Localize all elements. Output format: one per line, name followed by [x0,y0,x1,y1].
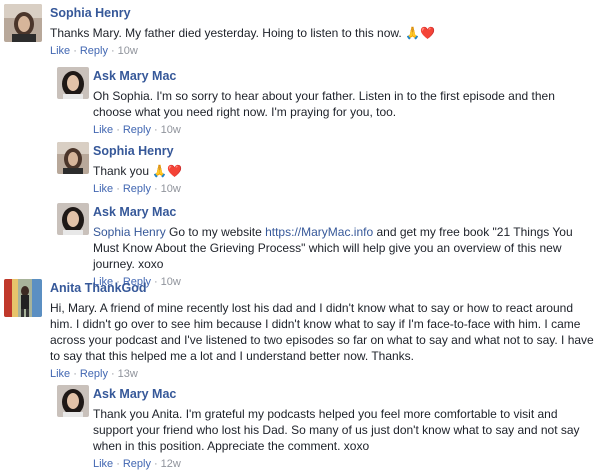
comment-text-content: Thank you [93,164,150,178]
like-link[interactable]: Like [50,45,70,57]
comment-text: Thank you Anita. I'm grateful my podcast… [93,407,580,453]
comment-meta: Like · Reply · 10w [93,182,593,196]
meta-separator: · [116,458,120,470]
timestamp[interactable]: 13w [118,368,138,380]
timestamp[interactable]: 10w [118,45,138,57]
comment-author[interactable]: Ask Mary Mac [93,387,176,402]
comment-marymac-3: Ask Mary Mac Thank you Anita. I'm gratef… [57,385,593,470]
pray-emoji-icon: 🙏 [405,26,421,40]
reply-link[interactable]: Reply [80,368,108,380]
comment-anita: Anita ThankGod Hi, Mary. A friend of min… [4,279,596,381]
comment-author[interactable]: Sophia Henry [93,144,174,159]
avatar-ask-mary-mac[interactable] [57,203,89,235]
reply-link[interactable]: Reply [123,458,151,470]
avatar-ask-mary-mac[interactable] [57,67,89,99]
comment-marymac-2: Ask Mary Mac Sophia Henry Go to my websi… [57,203,593,288]
comment-author[interactable]: Ask Mary Mac [93,69,176,84]
timestamp[interactable]: 10w [161,124,181,136]
comment-text: Thank you 🙏❤️ [93,163,593,179]
reply-link[interactable]: Reply [123,183,151,195]
avatar-ask-mary-mac[interactable] [57,385,89,417]
meta-separator: · [153,124,158,136]
like-link[interactable]: Like [50,368,70,380]
like-link[interactable]: Like [93,458,113,470]
comment-sophia-1: Sophia Henry Thanks Mary. My father died… [4,4,596,58]
avatar-sophia-henry[interactable] [4,4,42,42]
avatar-anita-thankgod[interactable] [4,279,42,317]
comment-text: Thanks Mary. My father died yesterday. H… [50,25,596,41]
website-link[interactable]: https://MaryMac.info [265,225,373,239]
meta-separator: · [73,45,77,57]
avatar-sophia-henry[interactable] [57,142,89,174]
comment-marymac-1: Ask Mary Mac Oh Sophia. I'm so sorry to … [57,67,593,137]
heart-emoji-icon: ❤️ [167,164,183,178]
comment-text-content: Go to my website [165,225,266,239]
meta-separator: · [73,368,77,380]
reply-link[interactable]: Reply [123,124,151,136]
meta-separator: · [116,183,120,195]
timestamp[interactable]: 10w [161,183,181,195]
comment-author[interactable]: Anita ThankGod [50,281,147,296]
comment-text: Hi, Mary. A friend of mine recently lost… [50,301,594,363]
meta-separator: · [116,124,120,136]
like-link[interactable]: Like [93,183,113,195]
meta-separator: · [110,45,115,57]
comment-text: Sophia Henry Go to my website https://Ma… [93,224,593,272]
heart-emoji-icon: ❤️ [420,26,435,40]
meta-separator: · [153,458,158,470]
comment-meta: Like · Reply · 13w [50,367,596,381]
meta-separator: · [110,368,115,380]
timestamp[interactable]: 12w [161,458,181,470]
meta-separator: · [153,183,158,195]
comment-text: Oh Sophia. I'm so sorry to hear about yo… [93,89,555,119]
like-link[interactable]: Like [93,124,113,136]
comment-meta: Like · Reply · 10w [93,123,593,137]
reply-link[interactable]: Reply [80,45,108,57]
comment-text-content: Thanks Mary. My father died yesterday. H… [50,26,402,40]
comment-meta: Like · Reply · 10w [50,44,596,58]
mention-link[interactable]: Sophia Henry [93,225,166,239]
comment-author[interactable]: Ask Mary Mac [93,205,176,220]
comment-author[interactable]: Sophia Henry [50,6,131,21]
comment-sophia-2: Sophia Henry Thank you 🙏❤️ Like · Reply · 10… [57,142,593,196]
pray-emoji-icon: 🙏 [152,164,168,178]
